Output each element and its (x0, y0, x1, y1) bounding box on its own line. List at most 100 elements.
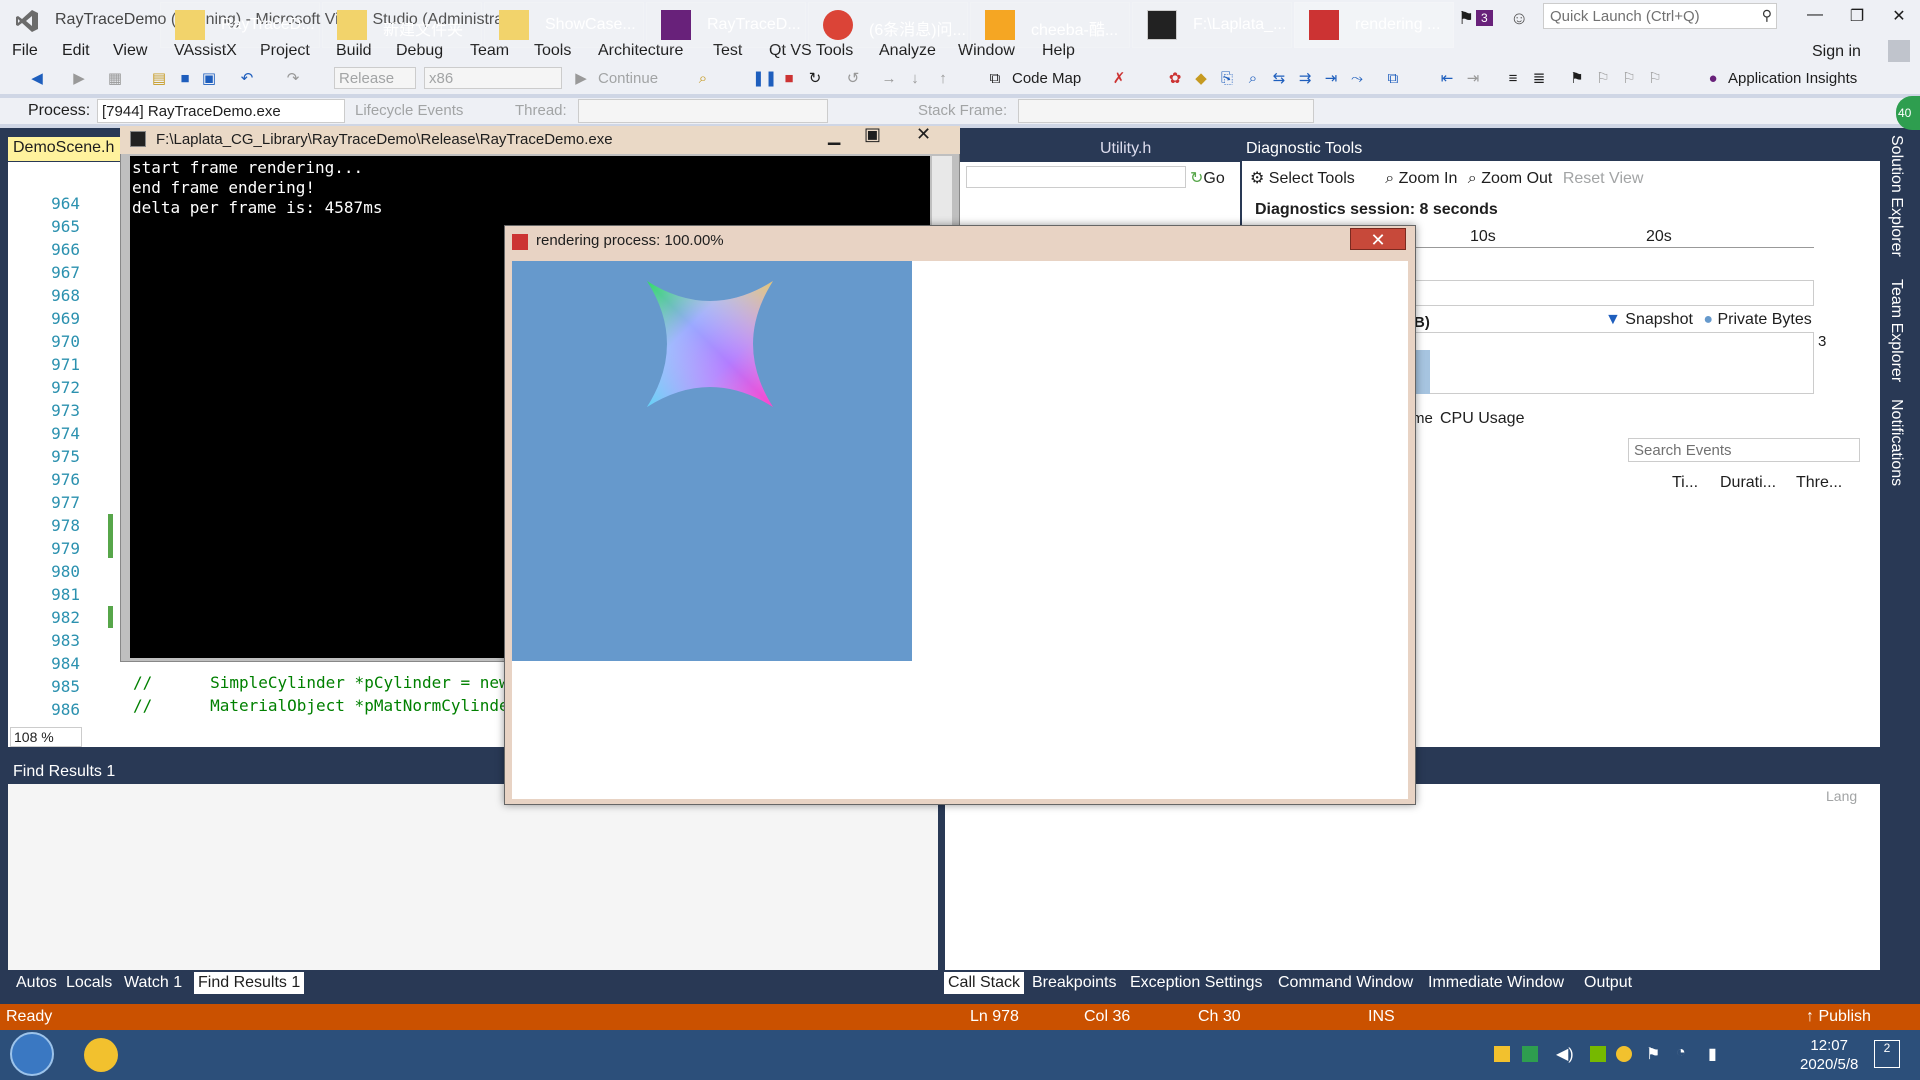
zoom-out-button[interactable]: Zoom Out (1481, 170, 1552, 187)
tray-security-icon[interactable] (1522, 1046, 1538, 1062)
notification-flag-icon[interactable]: ⚑ (1458, 8, 1474, 29)
wifi-icon[interactable]: ◔ (1676, 1044, 1686, 1062)
clear-bookmarks-icon[interactable]: ⚐ (1646, 70, 1664, 88)
reset-view-button[interactable]: Reset View (1563, 170, 1644, 187)
back-icon[interactable]: ◀ (28, 70, 46, 88)
tray-nvidia-icon[interactable] (1590, 1046, 1606, 1062)
tab-locals[interactable]: Locals (62, 972, 116, 994)
tab-command-window[interactable]: Command Window (1274, 972, 1417, 994)
minimize-button[interactable]: — (1800, 6, 1830, 32)
tab-demoscene-h[interactable]: DemoScene.h (8, 137, 121, 161)
system-clock[interactable]: 12:07 2020/5/8 (1800, 1036, 1858, 1074)
tab-autos[interactable]: Autos (12, 972, 61, 994)
zoom-level-dropdown[interactable]: 108 % (10, 727, 82, 747)
extension-tool-icon-5[interactable]: ⇆ (1270, 70, 1288, 88)
tray-app-icon-2[interactable] (1616, 1046, 1632, 1062)
platform-dropdown[interactable]: x86 (424, 67, 562, 89)
show-next-statement-icon[interactable]: ↺ (844, 70, 862, 88)
bookmark-icon[interactable]: ⚑ (1568, 70, 1586, 88)
tab-immediate-window[interactable]: Immediate Window (1424, 972, 1568, 994)
console-maximize-button[interactable]: ▣ (864, 124, 881, 145)
side-tab-solution-explorer[interactable]: Solution Explorer (1880, 132, 1908, 262)
extension-tool-icon-4[interactable]: ⌕ (1244, 70, 1262, 88)
extension-tool-icon-8[interactable]: ⤳ (1348, 70, 1366, 88)
quick-launch-input[interactable]: Quick Launch (Ctrl+Q) ⚲ (1543, 3, 1777, 29)
tab-find-results-1[interactable]: Find Results 1 (194, 972, 305, 994)
column-header-duration[interactable]: Durati... (1720, 474, 1776, 492)
thread-dropdown[interactable] (578, 99, 828, 123)
extension-tool-icon-7[interactable]: ⇥ (1322, 70, 1340, 88)
continue-button[interactable]: Continue (598, 70, 658, 87)
extension-tool-icon[interactable]: ✿ (1166, 70, 1184, 88)
step-over-icon[interactable]: → (880, 70, 898, 88)
network-icon[interactable]: ⚑ (1646, 1044, 1660, 1064)
taskbar-item-chrome[interactable]: (6条消息)问... (808, 2, 968, 48)
taskbar-item-showcase[interactable]: ShowCase... (484, 2, 644, 48)
publish-button[interactable]: ↑ Publish (1806, 1008, 1871, 1026)
new-project-icon[interactable]: ▦ (106, 70, 124, 88)
tab-output[interactable]: Output (1580, 972, 1636, 994)
pause-icon[interactable]: ❚❚ (752, 70, 777, 88)
tab-utility-h[interactable]: Utility.h (1100, 140, 1151, 158)
menu-file[interactable]: File (12, 42, 38, 60)
tray-app-icon[interactable] (1494, 1046, 1510, 1062)
console-minimize-button[interactable]: ▁ (828, 126, 840, 146)
tab-breakpoints[interactable]: Breakpoints (1028, 972, 1121, 994)
notification-count-badge[interactable]: 3 (1476, 10, 1493, 26)
network-speed-badge[interactable]: 40 (1896, 96, 1920, 130)
find-icon[interactable]: ⌕ (694, 70, 712, 88)
code-map-button[interactable]: Code Map (1012, 70, 1081, 87)
action-center-icon[interactable]: 2 (1874, 1040, 1900, 1068)
process-dropdown[interactable]: [7944] RayTraceDemo.exe (97, 99, 345, 123)
tab-call-stack[interactable]: Call Stack (944, 972, 1025, 994)
taskbar-item-raytrace-folder[interactable]: RayTraceD... (160, 2, 320, 48)
restore-button[interactable]: ❐ (1842, 6, 1872, 32)
lifecycle-events-dropdown[interactable]: Lifecycle Events (355, 102, 463, 119)
signal-icon[interactable]: ▮ (1708, 1044, 1717, 1064)
code-line[interactable]: // MaterialObject *pMatNormCylinde (133, 696, 509, 715)
zoom-in-button[interactable]: Zoom In (1399, 170, 1458, 187)
column-header-time[interactable]: Ti... (1672, 474, 1698, 492)
tab-exception-settings[interactable]: Exception Settings (1126, 972, 1267, 994)
stop-icon[interactable]: ■ (780, 70, 798, 88)
extension-tool-icon-3[interactable]: ⎘ (1218, 70, 1236, 88)
code-line[interactable]: // SimpleCylinder *pCylinder = new (133, 673, 509, 692)
code-map-icon[interactable]: ⧉ (986, 70, 1004, 88)
breakpoint-toggle-icon[interactable]: ✗ (1110, 70, 1128, 88)
step-into-icon[interactable]: ↓ (906, 70, 924, 88)
next-bookmark-icon[interactable]: ⚐ (1620, 70, 1638, 88)
menu-view[interactable]: View (113, 42, 147, 60)
taskbar-item-music[interactable]: cheeba-酷... (970, 2, 1130, 48)
app-launcher-icon[interactable] (84, 1038, 118, 1072)
configuration-dropdown[interactable]: Release (334, 67, 416, 89)
indent-icon[interactable]: ⇤ (1438, 70, 1456, 88)
navigation-dropdown[interactable] (966, 166, 1186, 188)
select-tools-button[interactable]: Select Tools (1269, 170, 1355, 187)
column-header-thread[interactable]: Thre... (1796, 474, 1842, 492)
uncomment-icon[interactable]: ≣ (1530, 70, 1548, 88)
sign-in-link[interactable]: Sign in (1812, 43, 1861, 61)
restart-icon[interactable]: ↻ (806, 70, 824, 88)
taskbar-item-rendering[interactable]: rendering ... (1294, 2, 1454, 48)
taskbar-item-visual-studio[interactable]: RayTraceD... (646, 2, 806, 48)
tab-watch-1[interactable]: Watch 1 (120, 972, 186, 994)
open-file-icon[interactable]: ▤ (150, 70, 168, 88)
console-close-button[interactable]: ✕ (916, 124, 931, 145)
extension-tool-icon-2[interactable]: ◆ (1192, 70, 1210, 88)
prev-bookmark-icon[interactable]: ⚐ (1594, 70, 1612, 88)
application-insights-button[interactable]: Application Insights (1728, 70, 1857, 87)
feedback-icon[interactable]: ☺ (1510, 8, 1528, 29)
taskbar-item-console[interactable]: F:\Laplata_... (1132, 2, 1292, 48)
outdent-icon[interactable]: ⇥ (1464, 70, 1482, 88)
menu-edit[interactable]: Edit (62, 42, 90, 60)
extension-tool-icon-9[interactable]: ⧉ (1384, 70, 1402, 88)
save-icon[interactable]: ■ (176, 70, 194, 88)
start-button-icon[interactable] (10, 1032, 54, 1076)
go-button[interactable]: ↻Go (1190, 168, 1225, 188)
play-icon[interactable]: ▶ (572, 70, 590, 88)
volume-icon[interactable]: ◀) (1556, 1044, 1574, 1064)
tab-cpu-usage[interactable]: CPU Usage (1440, 410, 1524, 428)
comment-icon[interactable]: ≡ (1504, 70, 1522, 88)
taskbar-item-new-folder[interactable]: 新建文件夹 (322, 2, 482, 48)
forward-icon[interactable]: ▶ (70, 70, 88, 88)
